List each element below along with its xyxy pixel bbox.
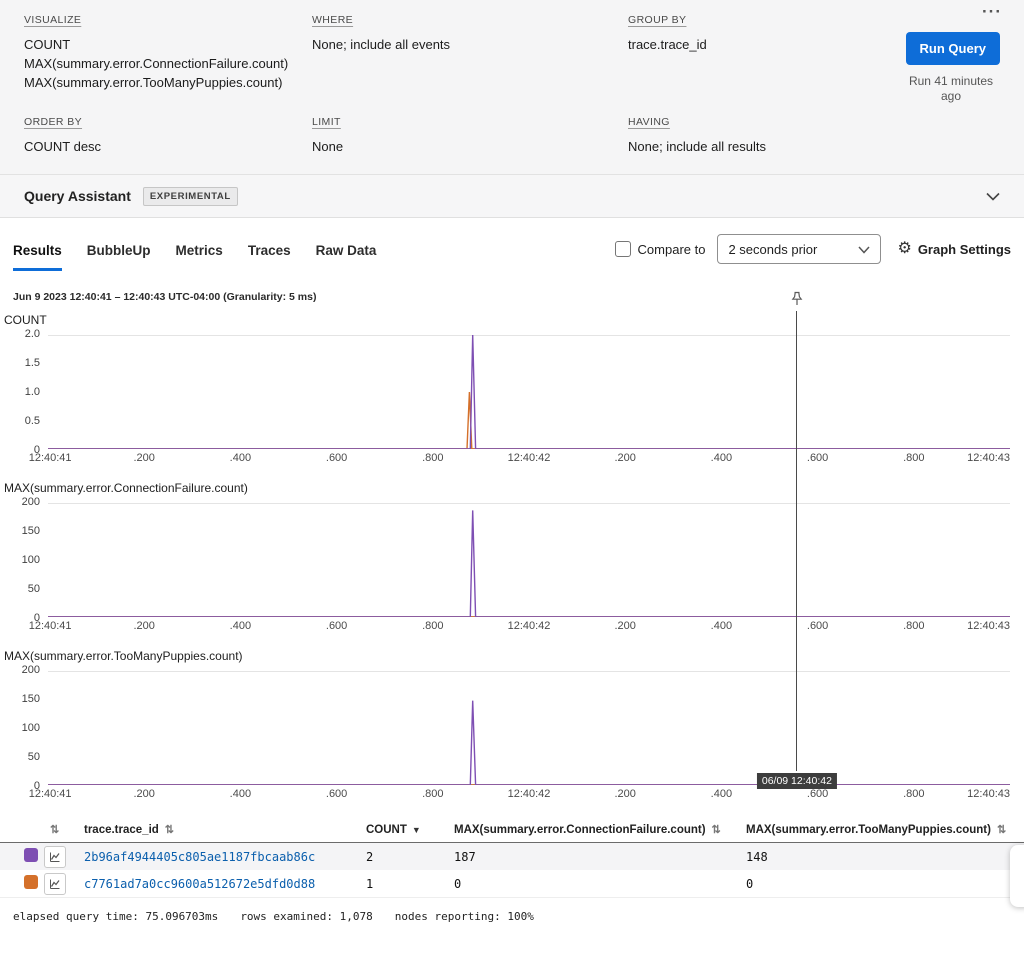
compare-checkbox[interactable] <box>615 241 631 257</box>
having-section: HAVING None; include all results <box>628 116 882 156</box>
compare-to-control[interactable]: Compare to <box>615 241 706 257</box>
chevron-down-icon[interactable] <box>986 192 1000 201</box>
compare-label: Compare to <box>638 242 706 257</box>
limit-value[interactable]: None <box>312 137 628 156</box>
query-menu-icon[interactable]: ··· <box>982 2 1002 22</box>
graph-series-icon[interactable] <box>44 873 66 895</box>
table-header-row: ⇅ trace.trace_id⇅ COUNT▼ MAX(summary.err… <box>0 817 1024 843</box>
visualize-item[interactable]: COUNT <box>24 35 312 54</box>
query-builder-grid: VISUALIZE COUNT MAX(summary.error.Connec… <box>24 14 1000 156</box>
sort-icon[interactable]: ⇅ <box>165 824 174 836</box>
pin-icon[interactable] <box>790 291 804 311</box>
last-run-text: Run 41 minutes ago <box>902 74 1000 104</box>
groupby-value[interactable]: trace.trace_id <box>628 35 882 54</box>
graph-settings-label: Graph Settings <box>918 242 1011 257</box>
chart-too-many-puppies: MAX(summary.error.TooManyPuppies.count) … <box>0 649 1024 803</box>
visualize-item[interactable]: MAX(summary.error.ConnectionFailure.coun… <box>24 54 312 73</box>
sort-desc-icon: ▼ <box>412 825 421 835</box>
orderby-value[interactable]: COUNT desc <box>24 137 312 156</box>
crosshair-timestamp: 06/09 12:40:42 <box>757 773 837 789</box>
connection-failure-value: 187 <box>454 850 746 864</box>
where-value[interactable]: None; include all events <box>312 35 628 54</box>
too-many-puppies-value: 148 <box>746 850 1024 864</box>
where-section: WHERE None; include all events <box>312 14 628 92</box>
too-many-puppies-value: 0 <box>746 877 1024 891</box>
y-axis-labels: 200150100500 <box>0 496 48 624</box>
trace-link[interactable]: 2b96af4944405c805ae1187fbcaab86c <box>84 850 315 864</box>
crosshair-line <box>796 311 797 771</box>
compare-period-value: 2 seconds prior <box>728 242 817 257</box>
results-tabbar: Results BubbleUp Metrics Traces Raw Data… <box>13 234 1011 271</box>
query-assistant-title: Query Assistant <box>24 188 131 204</box>
time-range-header: Jun 9 2023 12:40:41 – 12:40:43 UTC-04:00… <box>13 291 1024 303</box>
limit-label: LIMIT <box>312 116 628 128</box>
where-label: WHERE <box>312 14 628 26</box>
graph-controls: Compare to 2 seconds prior ⚙ Graph Setti… <box>615 234 1011 271</box>
table-row[interactable]: 2b96af4944405c805ae1187fbcaab86c 2 187 1… <box>0 843 1024 870</box>
tab-metrics[interactable]: Metrics <box>176 239 223 271</box>
chart-connection-failure: MAX(summary.error.ConnectionFailure.coun… <box>0 481 1024 635</box>
having-value[interactable]: None; include all results <box>628 137 882 156</box>
sort-icon[interactable]: ⇅ <box>997 824 1006 836</box>
chart-plot[interactable] <box>48 671 1010 785</box>
connection-failure-header[interactable]: MAX(summary.error.ConnectionFailure.coun… <box>454 823 746 836</box>
x-axis-labels: 12:40:41.200.400.600.80012:40:42.200.400… <box>48 788 1010 803</box>
connection-failure-value: 0 <box>454 877 746 891</box>
count-header[interactable]: COUNT▼ <box>366 824 454 836</box>
table-row[interactable]: c7761ad7a0cc9600a512672e5dfd0d88 1 0 0 <box>0 870 1024 898</box>
series-sort-header[interactable]: ⇅ <box>44 823 84 836</box>
chart-plot[interactable] <box>48 335 1010 449</box>
run-query-button[interactable]: Run Query <box>906 32 1000 65</box>
tab-bubbleup[interactable]: BubbleUp <box>87 239 151 271</box>
run-query-panel: Run Query Run 41 minutes ago <box>882 14 1000 156</box>
limit-section: LIMIT None <box>312 116 628 156</box>
count-value: 2 <box>366 850 454 864</box>
query-assistant-bar[interactable]: Query Assistant EXPERIMENTAL <box>0 175 1024 218</box>
chart-title: MAX(summary.error.TooManyPuppies.count) <box>4 649 1024 663</box>
chart-title: COUNT <box>4 313 1024 327</box>
chart-title: MAX(summary.error.ConnectionFailure.coun… <box>4 481 1024 495</box>
gear-icon: ⚙ <box>897 241 911 257</box>
rows-examined: rows examined: 1,078 <box>240 910 372 923</box>
orderby-label: ORDER BY <box>24 116 312 128</box>
x-axis-labels: 12:40:41.200.400.600.80012:40:42.200.400… <box>48 620 1010 635</box>
query-stats: elapsed query time: 75.096703ms rows exam… <box>13 910 1024 923</box>
sort-icon[interactable]: ⇅ <box>712 824 721 836</box>
groupby-label: GROUP BY <box>628 14 882 26</box>
series-color-swatch[interactable] <box>24 875 38 889</box>
chevron-down-icon <box>858 242 870 257</box>
results-table: ⇅ trace.trace_id⇅ COUNT▼ MAX(summary.err… <box>0 817 1024 898</box>
groupby-section: GROUP BY trace.trace_id <box>628 14 882 92</box>
series-color-swatch[interactable] <box>24 848 38 862</box>
compare-period-select[interactable]: 2 seconds prior <box>717 234 881 264</box>
crosshair[interactable]: 06/09 12:40:42 <box>789 291 805 771</box>
nodes-reporting: nodes reporting: 100% <box>395 910 534 923</box>
visualize-section: VISUALIZE COUNT MAX(summary.error.Connec… <box>24 14 312 92</box>
charts-area: Jun 9 2023 12:40:41 – 12:40:43 UTC-04:00… <box>0 291 1024 803</box>
orderby-section: ORDER BY COUNT desc <box>24 116 312 156</box>
x-axis-labels: 12:40:41.200.400.600.80012:40:42.200.400… <box>48 452 1010 467</box>
query-builder: ··· VISUALIZE COUNT MAX(summary.error.Co… <box>0 0 1024 175</box>
chart-count: COUNT 2.01.51.00.50 12:40:41.200.400.600… <box>0 313 1024 467</box>
y-axis-labels: 200150100500 <box>0 664 48 792</box>
graph-series-icon[interactable] <box>44 846 66 868</box>
y-axis-labels: 2.01.51.00.50 <box>0 328 48 456</box>
having-label: HAVING <box>628 116 882 128</box>
floating-edge-widget[interactable] <box>1010 845 1024 907</box>
trace-id-header[interactable]: trace.trace_id⇅ <box>84 823 366 836</box>
tab-rawdata[interactable]: Raw Data <box>316 239 377 271</box>
tab-traces[interactable]: Traces <box>248 239 291 271</box>
chart-plot[interactable] <box>48 503 1010 617</box>
tab-results[interactable]: Results <box>13 239 62 271</box>
experimental-badge: EXPERIMENTAL <box>143 187 238 206</box>
visualize-label: VISUALIZE <box>24 14 312 26</box>
too-many-puppies-header[interactable]: MAX(summary.error.TooManyPuppies.count)⇅ <box>746 823 1024 836</box>
graph-settings-button[interactable]: ⚙ Graph Settings <box>897 241 1011 257</box>
trace-link[interactable]: c7761ad7a0cc9600a512672e5dfd0d88 <box>84 877 315 891</box>
count-value: 1 <box>366 877 454 891</box>
visualize-item[interactable]: MAX(summary.error.TooManyPuppies.count) <box>24 73 312 92</box>
elapsed-time: elapsed query time: 75.096703ms <box>13 910 218 923</box>
sort-icon[interactable]: ⇅ <box>50 823 59 836</box>
